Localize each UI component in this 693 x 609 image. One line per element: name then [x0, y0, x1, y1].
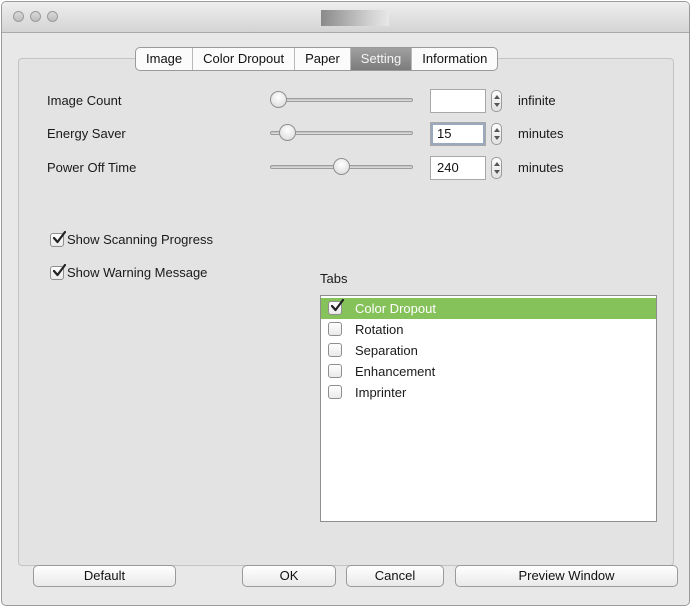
- power-off-time-field[interactable]: 240: [430, 156, 486, 180]
- tab-information[interactable]: Information: [412, 48, 497, 70]
- power-off-time-stepper[interactable]: [491, 157, 502, 179]
- settings-window: Image Color Dropout Paper Setting Inform…: [1, 1, 690, 606]
- window-proxy-icon: [321, 10, 389, 26]
- show-scanning-progress-label[interactable]: Show Scanning Progress: [67, 232, 213, 247]
- tab-setting[interactable]: Setting: [350, 48, 413, 70]
- tab-bar: Image Color Dropout Paper Setting Inform…: [135, 47, 499, 71]
- close-window-icon[interactable]: [13, 11, 24, 22]
- energy-saver-label: Energy Saver: [47, 126, 126, 141]
- list-item-label: Color Dropout: [355, 301, 436, 316]
- list-item-color-dropout[interactable]: Color Dropout: [321, 298, 656, 319]
- image-count-slider-knob[interactable]: [270, 91, 287, 108]
- tabs-listbox[interactable]: Color Dropout Rotation Separation Enhanc…: [320, 295, 657, 522]
- energy-saver-stepper[interactable]: [491, 123, 502, 145]
- energy-saver-unit: minutes: [518, 126, 564, 141]
- list-item-label: Separation: [355, 343, 418, 358]
- zoom-window-icon[interactable]: [47, 11, 58, 22]
- checkmark-icon: [52, 264, 66, 277]
- image-count-slider[interactable]: [270, 98, 413, 102]
- default-button[interactable]: Default: [33, 565, 176, 587]
- show-warning-message-checkbox[interactable]: [50, 264, 66, 280]
- title-bar: [2, 2, 689, 33]
- list-item-separation[interactable]: Separation: [321, 340, 656, 361]
- image-count-field[interactable]: [430, 89, 486, 113]
- list-item-checkbox[interactable]: [328, 299, 344, 315]
- list-item-label: Imprinter: [355, 385, 407, 400]
- checkmark-icon: [330, 299, 344, 312]
- list-item-checkbox[interactable]: [328, 364, 342, 378]
- list-item-label: Rotation: [355, 322, 404, 337]
- show-scanning-progress-checkbox[interactable]: [50, 231, 66, 247]
- minimize-window-icon[interactable]: [30, 11, 41, 22]
- energy-saver-slider-knob[interactable]: [278, 124, 296, 141]
- show-warning-message-label[interactable]: Show Warning Message: [67, 265, 207, 280]
- list-item-label: Enhancement: [355, 364, 436, 379]
- cancel-button[interactable]: Cancel: [346, 565, 444, 587]
- image-count-label: Image Count: [47, 93, 122, 108]
- tab-image[interactable]: Image: [136, 48, 194, 70]
- checkmark-icon: [52, 231, 66, 244]
- energy-saver-field[interactable]: 15: [430, 122, 486, 146]
- image-count-unit: infinite: [518, 93, 556, 108]
- image-count-stepper[interactable]: [491, 90, 502, 112]
- list-item-checkbox[interactable]: [328, 343, 342, 357]
- power-off-time-unit: minutes: [518, 160, 564, 175]
- tab-paper[interactable]: Paper: [295, 48, 351, 70]
- ok-button[interactable]: OK: [242, 565, 336, 587]
- list-item-checkbox[interactable]: [328, 385, 342, 399]
- power-off-time-slider-knob[interactable]: [333, 158, 350, 175]
- preview-window-button[interactable]: Preview Window: [455, 565, 678, 587]
- list-item-imprinter[interactable]: Imprinter: [321, 382, 656, 403]
- tab-color-dropout[interactable]: Color Dropout: [193, 48, 296, 70]
- list-item-enhancement[interactable]: Enhancement: [321, 361, 656, 382]
- list-item-checkbox[interactable]: [328, 322, 342, 336]
- list-item-rotation[interactable]: Rotation: [321, 319, 656, 340]
- power-off-time-label: Power Off Time: [47, 160, 137, 175]
- tabs-list-label: Tabs: [320, 271, 348, 286]
